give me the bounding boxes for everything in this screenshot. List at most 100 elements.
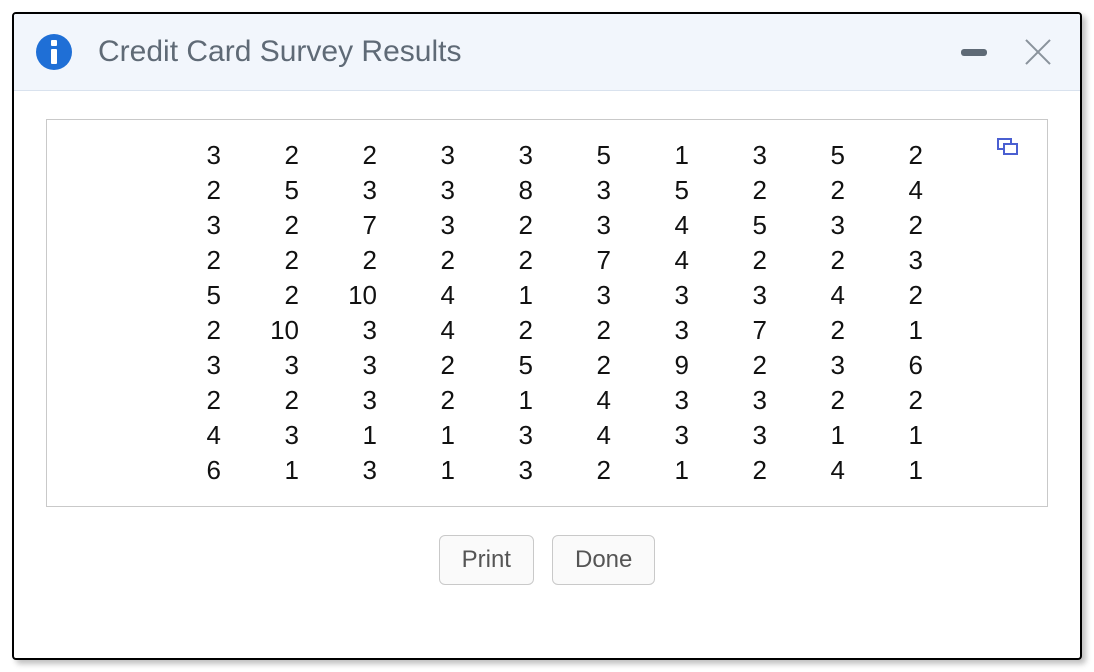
copy-icon[interactable] [997,138,1019,156]
data-cell: 10 [239,313,317,348]
data-cell: 2 [239,278,317,313]
data-cell: 6 [863,348,941,383]
data-cell: 2 [551,313,629,348]
data-cell: 3 [161,348,239,383]
data-cell: 7 [551,243,629,278]
table-row: 2222274223 [161,243,941,278]
data-cell: 1 [863,313,941,348]
data-cell: 3 [395,138,473,173]
data-cell: 3 [473,418,551,453]
data-cell: 4 [785,278,863,313]
data-cell: 2 [863,208,941,243]
data-cell: 2 [239,383,317,418]
data-cell: 2 [161,173,239,208]
table-row: 4311343311 [161,418,941,453]
data-cell: 2 [707,173,785,208]
data-cell: 3 [395,208,473,243]
data-cell: 2 [473,313,551,348]
data-cell: 2 [707,243,785,278]
data-cell: 2 [395,348,473,383]
data-cell: 3 [161,138,239,173]
data-cell: 2 [551,453,629,488]
table-row: 6131321241 [161,453,941,488]
data-cell: 3 [551,208,629,243]
data-cell: 7 [707,313,785,348]
data-cell: 1 [473,383,551,418]
button-row: Print Done [46,507,1048,595]
data-cell: 4 [629,208,707,243]
data-cell: 2 [161,313,239,348]
data-cell: 5 [239,173,317,208]
data-panel: 3223351352253383522432732345322222274223… [46,119,1048,507]
data-cell: 2 [785,313,863,348]
data-cell: 1 [863,418,941,453]
data-cell: 2 [395,243,473,278]
data-cell: 3 [863,243,941,278]
data-cell: 3 [629,313,707,348]
data-cell: 2 [317,138,395,173]
data-cell: 3 [629,278,707,313]
data-cell: 3 [707,383,785,418]
data-cell: 4 [551,418,629,453]
data-cell: 2 [239,138,317,173]
data-cell: 2 [785,173,863,208]
data-cell: 3 [317,313,395,348]
table-row: 21034223721 [161,313,941,348]
data-cell: 2 [785,243,863,278]
data-cell: 2 [707,348,785,383]
dialog-window: Credit Card Survey Results 3223351352253… [12,12,1082,660]
data-cell: 5 [629,173,707,208]
print-button[interactable]: Print [439,535,534,585]
data-cell: 5 [707,208,785,243]
window-controls [956,34,1056,70]
data-cell: 2 [239,243,317,278]
data-cell: 5 [161,278,239,313]
data-cell: 7 [317,208,395,243]
data-cell: 2 [863,278,941,313]
table-row: 3332529236 [161,348,941,383]
data-cell: 3 [629,418,707,453]
data-cell: 3 [239,348,317,383]
data-cell: 4 [629,243,707,278]
data-cell: 1 [629,453,707,488]
data-cell: 3 [707,138,785,173]
data-cell: 4 [161,418,239,453]
data-cell: 2 [863,383,941,418]
data-cell: 3 [707,278,785,313]
data-cell: 4 [863,173,941,208]
data-grid: 3223351352253383522432732345322222274223… [161,138,941,488]
titlebar: Credit Card Survey Results [14,14,1080,91]
data-cell: 3 [239,418,317,453]
data-cell: 4 [785,453,863,488]
table-row: 3273234532 [161,208,941,243]
data-cell: 10 [317,278,395,313]
data-cell: 1 [629,138,707,173]
data-cell: 4 [395,278,473,313]
table-row: 3223351352 [161,138,941,173]
data-cell: 1 [473,278,551,313]
done-button[interactable]: Done [552,535,655,585]
data-cell: 2 [317,243,395,278]
data-cell: 3 [785,208,863,243]
data-cell: 3 [317,173,395,208]
data-cell: 2 [785,383,863,418]
table-row: 52104133342 [161,278,941,313]
data-cell: 1 [395,418,473,453]
data-cell: 1 [395,453,473,488]
data-cell: 3 [395,173,473,208]
data-cell: 8 [473,173,551,208]
data-cell: 2 [239,208,317,243]
data-cell: 3 [317,453,395,488]
minimize-icon [961,49,987,56]
data-cell: 3 [161,208,239,243]
data-cell: 1 [239,453,317,488]
minimize-button[interactable] [956,34,992,70]
data-cell: 2 [473,208,551,243]
data-cell: 3 [473,453,551,488]
data-cell: 5 [551,138,629,173]
data-cell: 2 [863,138,941,173]
data-cell: 5 [785,138,863,173]
data-cell: 4 [551,383,629,418]
close-button[interactable] [1020,34,1056,70]
data-cell: 3 [707,418,785,453]
